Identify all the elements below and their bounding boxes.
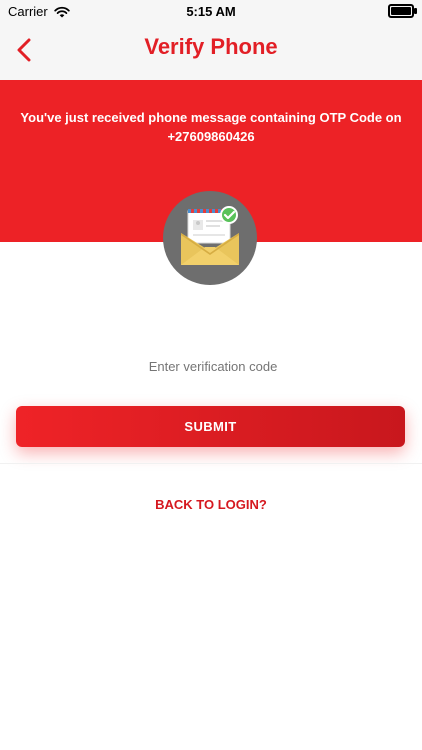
status-bar: Carrier 5:15 AM xyxy=(0,0,422,24)
divider xyxy=(0,463,422,464)
phone-number-text: +27609860426 xyxy=(167,129,255,144)
nav-bar: Verify Phone xyxy=(0,24,422,80)
battery-icon xyxy=(388,4,417,18)
submit-button[interactable]: SUBMIT xyxy=(16,406,405,447)
back-to-login-link[interactable]: BACK TO LOGIN? xyxy=(0,497,422,512)
clock: 5:15 AM xyxy=(186,4,236,19)
envelope-check-icon xyxy=(181,206,239,265)
envelope-illustration xyxy=(163,191,257,285)
otp-message-text: You've just received phone message conta… xyxy=(20,110,402,125)
page-title: Verify Phone xyxy=(144,34,278,59)
verification-code-input[interactable] xyxy=(60,350,366,382)
battery-container xyxy=(388,4,417,21)
battery-fill xyxy=(391,7,411,15)
